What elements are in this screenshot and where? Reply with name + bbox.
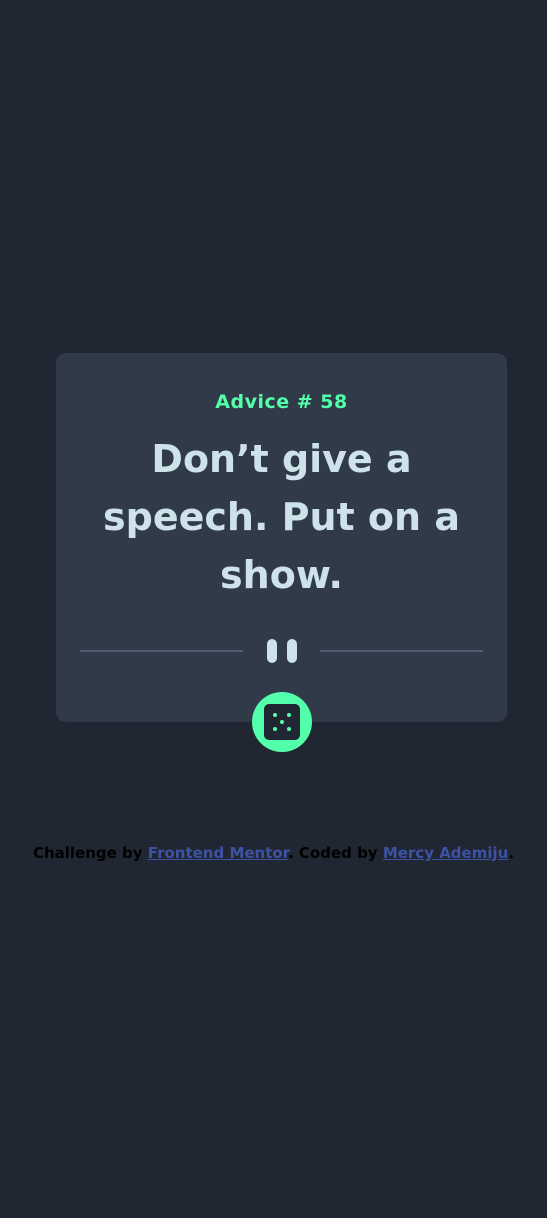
pause-bar-right [287,639,297,663]
frontend-mentor-link[interactable]: Frontend Mentor [148,844,288,862]
pause-icon [267,637,297,663]
advice-card: Advice # 58 Don’t give a speech. Put on … [56,353,507,722]
new-advice-button[interactable] [252,692,312,752]
advice-quote: Don’t give a speech. Put on a show. [103,437,460,597]
pause-bar-left [267,639,277,663]
pattern-divider [80,637,483,663]
author-link[interactable]: Mercy Ademiju [383,844,509,862]
attribution-suffix: . [508,844,515,862]
attribution-prefix: Challenge by [32,844,148,862]
dice-icon [264,704,300,740]
attribution: Challenge by Frontend Mentor. Coded by M… [0,844,547,862]
divider-line-right [320,650,483,652]
attribution-middle: . Coded by [287,844,383,862]
advice-id: Advice # 58 [215,391,348,413]
divider-line-left [80,650,243,652]
